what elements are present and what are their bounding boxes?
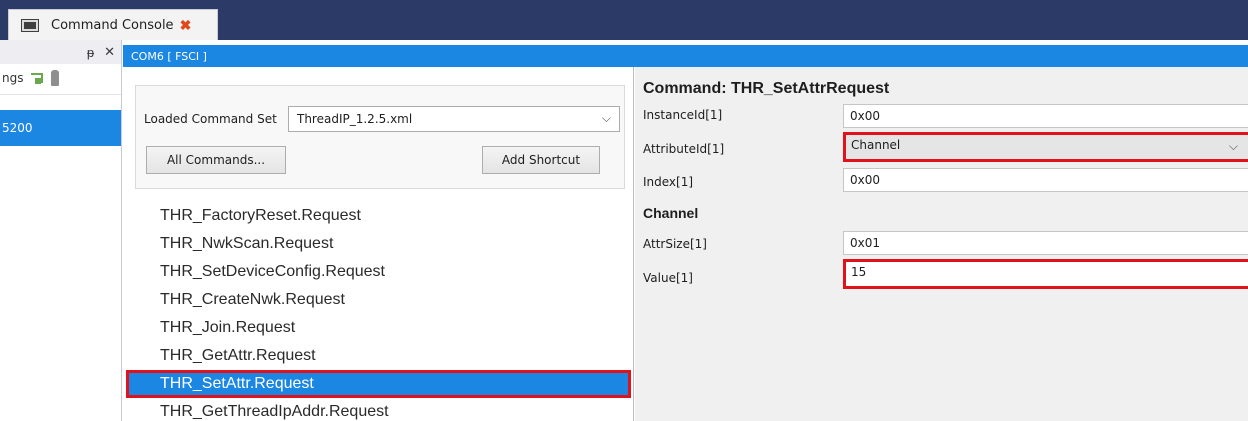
command-set-value: ThreadIP_1.2.5.xml <box>297 112 413 126</box>
attribute-id-select[interactable]: Channel ⌵ <box>843 132 1248 162</box>
command-list-item[interactable]: THR_CreateNwk.Request <box>123 286 634 314</box>
add-shortcut-button[interactable]: Add Shortcut <box>482 146 600 174</box>
connect-icon[interactable] <box>31 73 44 84</box>
attr-size-value: 0x01 <box>850 236 881 250</box>
value-value: 15 <box>851 265 867 279</box>
command-list-item[interactable]: THR_FactoryReset.Request <box>123 202 634 230</box>
chevron-down-icon: ⌵ <box>601 111 611 125</box>
document-tab-strip: Command Console ✖ <box>0 0 1248 40</box>
section-title-channel: Channel <box>643 205 699 221</box>
instance-id-field[interactable]: 0x00 <box>843 104 1248 128</box>
attribute-id-label: AttributeId[1] <box>643 142 725 156</box>
left-toolbar: ngs <box>0 64 121 92</box>
value-field[interactable]: 15 <box>843 259 1248 289</box>
chevron-down-icon: ⌵ <box>1228 139 1238 153</box>
device-label: 5200 <box>2 121 33 135</box>
command-list-item[interactable]: THR_GetThreadIpAddr.Request <box>123 398 634 421</box>
instance-id-label: InstanceId[1] <box>643 108 723 122</box>
attr-size-field[interactable]: 0x01 <box>843 231 1248 255</box>
close-tab-icon[interactable]: ✖ <box>180 17 192 34</box>
com-port-title-bar: COM6 [ FSCI ] <box>123 45 1248 67</box>
command-set-group: Loaded Command Set ThreadIP_1.2.5.xml ⌵ … <box>135 85 625 189</box>
command-set-label: Loaded Command Set <box>144 112 277 126</box>
command-title: Command: THR_SetAttrRequest <box>643 80 890 97</box>
pin-icon[interactable]: ᵽ <box>87 45 94 60</box>
left-tool-window: ᵽ ✕ ngs 5200 <box>0 40 122 421</box>
command-list-pane: Loaded Command Set ThreadIP_1.2.5.xml ⌵ … <box>123 67 634 421</box>
tab-command-console[interactable]: Command Console ✖ <box>8 9 218 40</box>
device-list-item-selected[interactable]: 5200 <box>0 110 121 146</box>
all-commands-button[interactable]: All Commands... <box>146 146 286 174</box>
command-list-item[interactable]: THR_NwkScan.Request <box>123 230 634 258</box>
value-label: Value[1] <box>643 271 693 285</box>
tab-title: Command Console <box>51 17 174 33</box>
command-list-item[interactable]: THR_SetDeviceConfig.Request <box>123 258 634 286</box>
index-label: Index[1] <box>643 175 694 189</box>
com-port-title: COM6 [ FSCI ] <box>131 49 207 63</box>
instance-id-value: 0x00 <box>850 109 881 123</box>
device-icon[interactable] <box>51 70 60 86</box>
left-pane-header: ᵽ ✕ <box>0 40 121 64</box>
command-list-item[interactable]: THR_Join.Request <box>123 314 634 342</box>
attribute-id-value: Channel <box>851 138 901 152</box>
attr-size-label: AttrSize[1] <box>643 237 707 251</box>
command-details-pane: Command: THR_SetAttrRequest InstanceId[1… <box>635 67 1248 421</box>
settings-label[interactable]: ngs <box>2 71 23 85</box>
index-value: 0x00 <box>850 173 881 187</box>
command-list-item[interactable]: THR_GetAttr.Request <box>123 342 634 370</box>
console-icon <box>21 18 39 32</box>
command-set-select[interactable]: ThreadIP_1.2.5.xml ⌵ <box>288 106 620 132</box>
close-pane-icon[interactable]: ✕ <box>104 44 115 60</box>
left-divider <box>0 94 121 100</box>
command-list-item-selected[interactable]: THR_SetAttr.Request <box>126 370 631 398</box>
index-field[interactable]: 0x00 <box>843 168 1248 192</box>
command-list: THR_FactoryReset.Request THR_NwkScan.Req… <box>123 202 634 421</box>
